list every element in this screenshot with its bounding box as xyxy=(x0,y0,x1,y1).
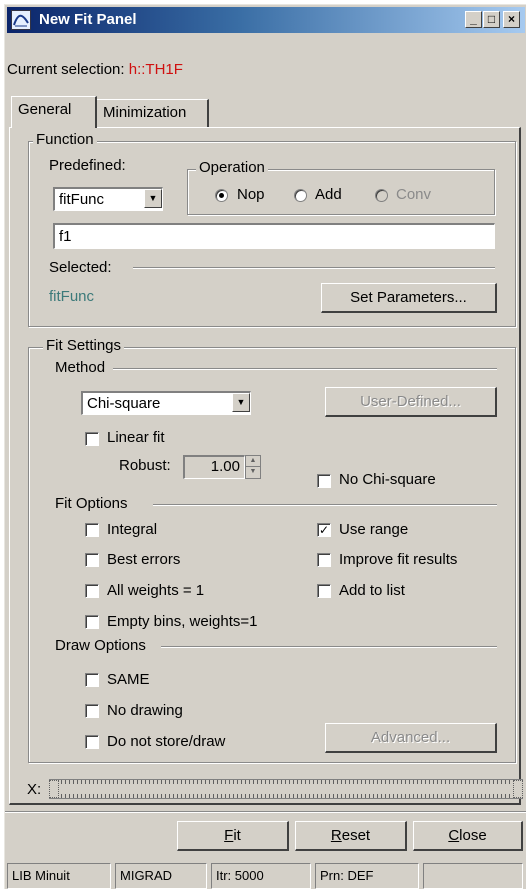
method-select[interactable]: Chi-square ▼ xyxy=(81,391,251,415)
use-range-checkbox[interactable]: ✓ xyxy=(317,523,331,537)
no-chi-square-label: No Chi-square xyxy=(339,471,436,488)
slider-min-handle[interactable] xyxy=(49,780,59,798)
minimize-button[interactable]: _ xyxy=(465,11,482,28)
fit-options-separator xyxy=(153,504,497,506)
method-separator xyxy=(113,368,497,370)
maximize-button[interactable]: □ xyxy=(483,11,500,28)
status-library: LIB Minuit xyxy=(7,863,111,889)
tab-general-label: General xyxy=(18,101,72,118)
fit-button[interactable]: Fit xyxy=(177,821,289,851)
all-weights-checkbox[interactable] xyxy=(85,584,99,598)
empty-bins-label: Empty bins, weights=1 xyxy=(107,613,258,630)
radio-selected-dot xyxy=(219,193,224,198)
predefined-function-select[interactable]: fitFunc ▼ xyxy=(53,187,163,211)
status-iterations: Itr: 5000 xyxy=(211,863,311,889)
linear-fit-checkbox[interactable] xyxy=(85,432,99,446)
current-selection-label: Current selection: xyxy=(7,61,125,78)
close-button[interactable]: Close xyxy=(413,821,523,851)
do-not-store-label: Do not store/draw xyxy=(107,733,226,750)
current-selection-value: h::TH1F xyxy=(128,61,183,78)
no-drawing-checkbox[interactable] xyxy=(85,704,99,718)
status-extra xyxy=(423,863,523,889)
tab-general[interactable]: General xyxy=(11,96,97,128)
robust-label: Robust: xyxy=(119,457,171,474)
predefined-function-value: fitFunc xyxy=(59,191,105,208)
best-errors-label: Best errors xyxy=(107,551,181,568)
tab-minimization[interactable]: Minimization xyxy=(97,99,209,127)
no-chi-square-checkbox[interactable] xyxy=(317,474,331,488)
draw-options-label: Draw Options xyxy=(55,637,146,654)
predefined-label: Predefined: xyxy=(49,157,126,174)
method-label: Method xyxy=(55,359,106,376)
fit-button-mnemonic: F xyxy=(224,827,234,844)
linear-fit-label: Linear fit xyxy=(107,429,165,446)
reset-button[interactable]: Reset xyxy=(295,821,407,851)
do-not-store-checkbox[interactable] xyxy=(85,735,99,749)
spin-down-icon[interactable]: ▼ xyxy=(246,467,260,478)
selected-function-value: fitFunc xyxy=(49,288,95,305)
best-errors-checkbox[interactable] xyxy=(85,553,99,567)
function-group-title: Function xyxy=(33,131,97,149)
operation-add-label: Add xyxy=(315,186,342,203)
empty-bins-checkbox[interactable] xyxy=(85,615,99,629)
slider-max-handle[interactable] xyxy=(513,780,523,798)
use-range-label: Use range xyxy=(339,521,409,538)
improve-fit-label: Improve fit results xyxy=(339,551,458,568)
reset-button-mnemonic: R xyxy=(330,827,342,844)
window-title: New Fit Panel xyxy=(39,11,137,28)
operation-group-title: Operation xyxy=(196,159,268,177)
title-bar[interactable]: New Fit Panel _ □ × xyxy=(7,7,525,33)
fit-settings-title: Fit Settings xyxy=(43,337,125,355)
operation-nop-label: Nop xyxy=(237,186,265,203)
operation-conv-radio xyxy=(375,189,388,202)
formula-input[interactable]: f1 xyxy=(53,223,495,249)
add-to-list-checkbox[interactable] xyxy=(317,584,331,598)
close-button-mnemonic: C xyxy=(448,827,460,844)
tab-minimization-label: Minimization xyxy=(103,104,187,121)
all-weights-label: All weights = 1 xyxy=(107,582,205,599)
slider-inner xyxy=(49,784,523,794)
draw-options-separator xyxy=(161,646,497,648)
app-icon xyxy=(11,10,31,30)
chevron-down-icon[interactable]: ▼ xyxy=(144,189,162,208)
robust-value-field[interactable]: 1.00 xyxy=(183,455,245,479)
improve-fit-checkbox[interactable] xyxy=(317,553,331,567)
operation-add-radio[interactable] xyxy=(294,189,307,202)
method-value: Chi-square xyxy=(87,395,161,412)
integral-label: Integral xyxy=(107,521,158,538)
chevron-down-icon[interactable]: ▼ xyxy=(232,393,250,412)
fit-panel-window: New Fit Panel _ □ × Current selection: h… xyxy=(4,4,526,889)
status-print-level: Prn: DEF xyxy=(315,863,419,889)
bottom-separator xyxy=(5,811,526,813)
robust-spinner[interactable]: ▲ ▼ xyxy=(245,455,261,479)
operation-conv-label: Conv xyxy=(396,186,432,203)
user-defined-button: User-Defined... xyxy=(325,387,497,417)
operation-nop-radio[interactable] xyxy=(215,189,228,202)
close-button-label: lose xyxy=(459,827,487,844)
no-drawing-label: No drawing xyxy=(107,702,183,719)
reset-button-label: eset xyxy=(341,827,371,844)
current-selection: Current selection: h::TH1F xyxy=(7,61,183,79)
fit-button-label: it xyxy=(233,827,241,844)
same-checkbox[interactable] xyxy=(85,673,99,687)
same-label: SAME xyxy=(107,671,150,688)
selected-separator xyxy=(133,267,495,269)
close-window-button[interactable]: × xyxy=(503,11,520,28)
advanced-button: Advanced... xyxy=(325,723,497,753)
status-algorithm: MIGRAD xyxy=(115,863,207,889)
fit-options-label: Fit Options xyxy=(55,495,128,512)
add-to-list-label: Add to list xyxy=(339,582,405,599)
integral-checkbox[interactable] xyxy=(85,523,99,537)
selected-label: Selected: xyxy=(49,259,112,276)
spin-up-icon[interactable]: ▲ xyxy=(246,456,260,467)
set-parameters-button[interactable]: Set Parameters... xyxy=(321,283,497,313)
range-x-label: X: xyxy=(27,781,42,798)
x-range-slider[interactable] xyxy=(49,779,523,799)
